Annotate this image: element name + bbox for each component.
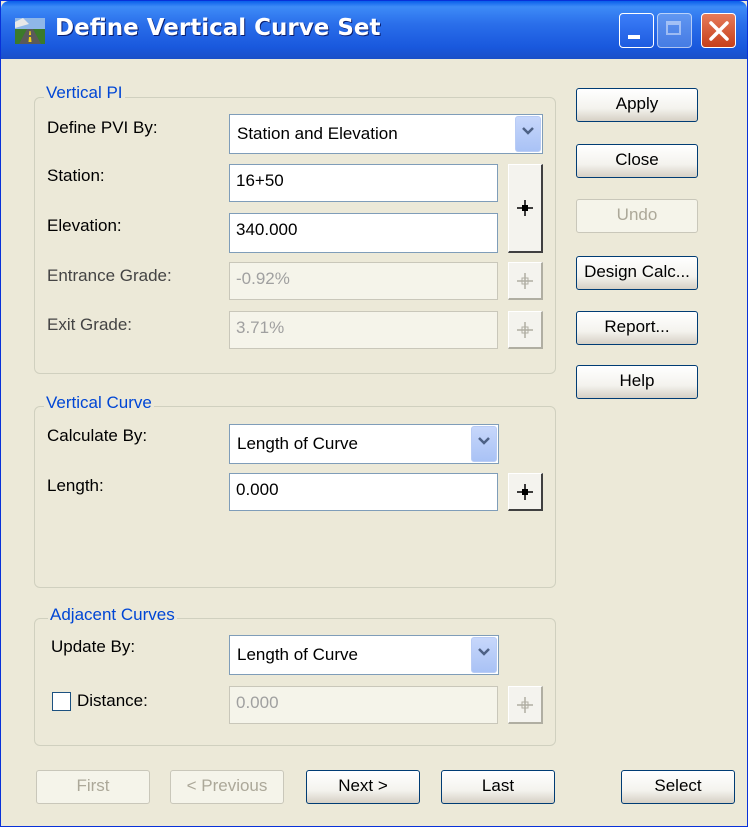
chevron-down-icon[interactable] — [515, 116, 541, 152]
crosshair-icon — [517, 272, 533, 289]
update-by-dropdown[interactable]: Length of Curve — [229, 635, 499, 675]
road-app-icon — [15, 18, 45, 44]
station-elevation-pick-button[interactable] — [508, 164, 543, 253]
apply-button[interactable]: Apply — [576, 88, 698, 122]
chevron-down-icon[interactable] — [471, 637, 497, 673]
first-button: First — [36, 770, 150, 804]
define-pvi-by-value: Station and Elevation — [237, 124, 398, 143]
maximize-icon[interactable] — [657, 13, 692, 48]
crosshair-icon — [517, 321, 533, 338]
vertical-curve-group-label: Vertical Curve — [44, 393, 154, 413]
select-button[interactable]: Select — [621, 770, 735, 804]
distance-pick-button — [508, 686, 543, 724]
calculate-by-value: Length of Curve — [237, 434, 358, 453]
entrance-grade-input: -0.92% — [229, 262, 498, 300]
define-pvi-by-label: Define PVI By: — [47, 118, 158, 137]
exit-grade-pick-button — [508, 311, 543, 349]
update-by-value: Length of Curve — [237, 645, 358, 664]
distance-input: 0.000 — [229, 686, 498, 724]
next-button[interactable]: Next > — [306, 770, 420, 804]
design-calc-button[interactable]: Design Calc... — [576, 256, 698, 290]
length-pick-button[interactable] — [508, 473, 543, 511]
crosshair-icon — [517, 696, 533, 713]
station-input[interactable]: 16+50 — [229, 164, 498, 202]
title-bar[interactable]: Define Vertical Curve Set — [1, 1, 747, 59]
distance-checkbox[interactable] — [52, 692, 71, 711]
last-button[interactable]: Last — [441, 770, 555, 804]
entrance-grade-label: Entrance Grade: — [47, 266, 172, 285]
elevation-input[interactable]: 340.000 — [229, 213, 498, 253]
entrance-grade-pick-button — [508, 262, 543, 300]
previous-button: < Previous — [170, 770, 284, 804]
distance-label: Distance: — [77, 691, 148, 710]
define-pvi-by-dropdown[interactable]: Station and Elevation — [229, 114, 543, 154]
station-label: Station: — [47, 166, 105, 185]
help-button[interactable]: Help — [576, 365, 698, 399]
crosshair-icon — [517, 200, 533, 216]
chevron-down-icon[interactable] — [471, 426, 497, 462]
calculate-by-label: Calculate By: — [47, 426, 148, 445]
vertical-pi-group-label: Vertical PI — [44, 83, 125, 103]
close-button[interactable]: Close — [576, 144, 698, 178]
calculate-by-dropdown[interactable]: Length of Curve — [229, 424, 499, 464]
update-by-label: Update By: — [51, 637, 136, 656]
close-icon[interactable] — [701, 13, 736, 48]
window-title: Define Vertical Curve Set — [55, 15, 381, 41]
crosshair-icon — [517, 483, 533, 500]
exit-grade-label: Exit Grade: — [47, 315, 133, 334]
length-input[interactable]: 0.000 — [229, 473, 498, 511]
minimize-icon[interactable] — [619, 13, 654, 48]
dialog-window: Define Vertical Curve Set Vertical PI De… — [0, 0, 748, 827]
report-button[interactable]: Report... — [576, 311, 698, 345]
exit-grade-input: 3.71% — [229, 311, 498, 349]
adjacent-curves-group-label: Adjacent Curves — [48, 605, 177, 625]
length-label: Length: — [47, 476, 104, 495]
elevation-label: Elevation: — [47, 216, 122, 235]
undo-button: Undo — [576, 199, 698, 233]
